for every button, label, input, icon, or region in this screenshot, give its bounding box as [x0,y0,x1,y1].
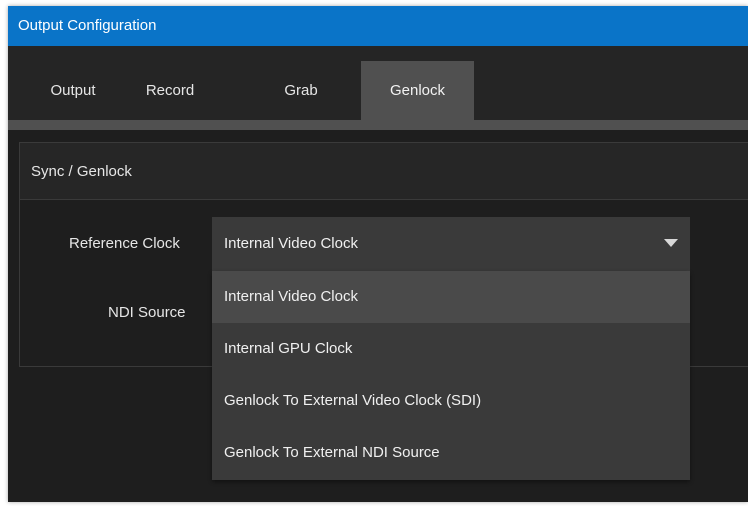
reference-clock-dropdown: Internal Video Clock Internal GPU Clock … [212,271,690,480]
tab-output[interactable]: Output [27,61,119,120]
tab-genlock[interactable]: Genlock [361,61,474,120]
option-genlock-external-video-clock[interactable]: Genlock To External Video Clock (SDI) [212,375,690,427]
option-genlock-external-ndi-source[interactable]: Genlock To External NDI Source [212,427,690,479]
window-title: Output Configuration [8,6,748,46]
tab-bar: Output Record Grab Genlock [8,46,748,120]
chevron-down-icon[interactable] [664,239,678,247]
option-internal-gpu-clock[interactable]: Internal GPU Clock [212,323,690,375]
reference-clock-select[interactable]: Internal Video Clock [212,217,690,271]
reference-clock-label: Reference Clock [69,235,180,252]
option-internal-video-clock[interactable]: Internal Video Clock [212,271,690,323]
reference-clock-value: Internal Video Clock [224,235,358,252]
output-configuration-window: Output Configuration Output Record Grab … [8,6,748,502]
group-title: Sync / Genlock [20,143,748,200]
tab-grab[interactable]: Grab [256,61,346,120]
ndi-source-label: NDI Source [108,304,186,321]
tab-strip [8,120,748,130]
tab-record[interactable]: Record [119,61,221,120]
